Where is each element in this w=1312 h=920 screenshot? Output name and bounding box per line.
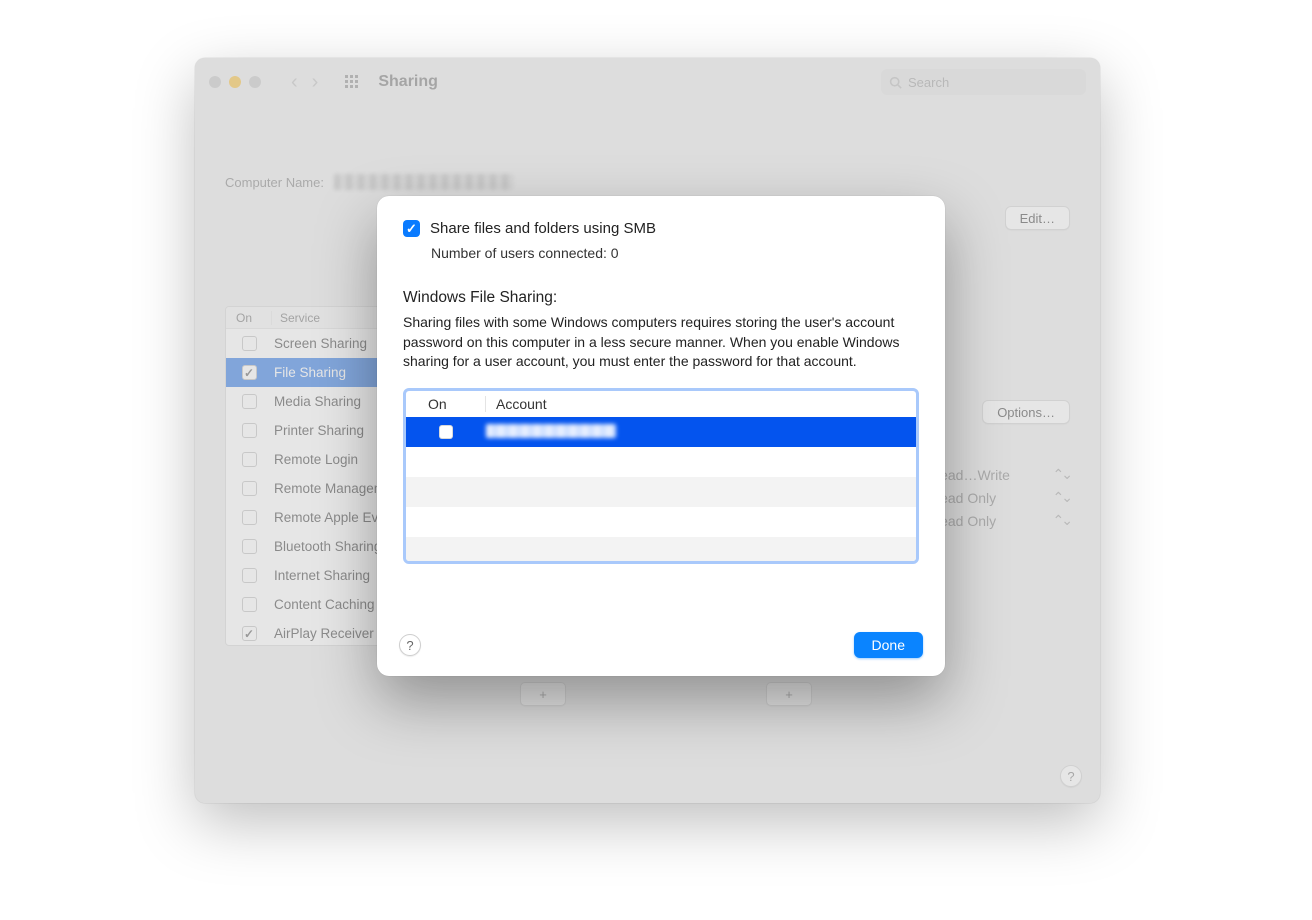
computer-name-value[interactable]: ████████████ [334,174,514,190]
titlebar: ‹ › Sharing Search [195,58,1100,106]
account-row [406,507,916,537]
windows-file-sharing-title: Windows File Sharing: [403,289,919,307]
service-label: Content Caching [272,597,375,612]
footer-controls: + + [520,682,812,706]
edit-button[interactable]: Edit… [1005,206,1070,230]
smb-checkbox-label: Share files and folders using SMB [430,220,656,237]
permissions-list: Read…Write⌃⌄ Read Only⌃⌄ Read Only⌃⌄ [930,466,1070,529]
minimize-window-dot[interactable] [229,76,241,88]
permission-row[interactable]: Read Only⌃⌄ [930,512,1070,529]
sheet-help-button[interactable]: ? [399,634,421,656]
service-checkbox[interactable] [242,423,257,438]
accounts-header-account: Account [486,396,547,412]
accounts-table: On Account ████████████ [403,388,919,564]
permission-row[interactable]: Read Only⌃⌄ [930,489,1070,506]
account-checkbox[interactable] [439,425,453,439]
search-icon [889,76,902,89]
search-placeholder: Search [908,75,949,90]
service-checkbox[interactable] [242,510,257,525]
computer-name-label: Computer Name: [225,175,324,190]
page-title: Sharing [378,73,438,91]
service-label: File Sharing [272,365,346,380]
services-header-service: Service [272,311,320,325]
help-button[interactable]: ? [1060,765,1082,787]
close-window-dot[interactable] [209,76,221,88]
services-header-on: On [226,311,272,325]
service-label: Printer Sharing [272,423,364,438]
service-checkbox[interactable] [242,626,257,641]
service-label: Bluetooth Sharing [272,539,381,554]
options-button[interactable]: Options… [982,400,1070,424]
account-row [406,537,916,564]
accounts-header: On Account [406,391,916,417]
add-user-button[interactable]: + [766,682,812,706]
accounts-header-on: On [428,396,486,412]
users-connected-text: Number of users connected: 0 [431,245,919,261]
account-row [406,447,916,477]
service-checkbox[interactable] [242,365,257,380]
account-row[interactable]: ████████████ [406,417,916,447]
done-button[interactable]: Done [854,632,923,658]
account-row [406,477,916,507]
service-checkbox[interactable] [242,336,257,351]
service-label: Screen Sharing [272,336,367,351]
service-label: AirPlay Receiver [272,626,374,641]
add-folder-button[interactable]: + [520,682,566,706]
service-checkbox[interactable] [242,539,257,554]
show-all-icon[interactable] [344,74,360,90]
windows-file-sharing-desc: Sharing files with some Windows computer… [403,313,919,372]
search-input[interactable]: Search [881,69,1086,95]
nav-arrows: ‹ › [291,71,318,94]
chevron-updown-icon: ⌃⌄ [1053,489,1070,506]
service-checkbox[interactable] [242,452,257,467]
service-checkbox[interactable] [242,394,257,409]
smb-checkbox[interactable] [403,220,420,237]
window-controls [209,76,261,88]
back-icon[interactable]: ‹ [291,71,298,94]
forward-icon[interactable]: › [312,71,319,94]
service-label: Internet Sharing [272,568,370,583]
permission-row[interactable]: Read…Write⌃⌄ [930,466,1070,483]
service-label: Remote Login [272,452,358,467]
smb-options-sheet: Share files and folders using SMB Number… [377,196,945,676]
service-checkbox[interactable] [242,597,257,612]
chevron-updown-icon: ⌃⌄ [1053,466,1070,483]
computer-name-row: Computer Name: ████████████ [225,170,1070,194]
service-checkbox[interactable] [242,568,257,583]
chevron-updown-icon: ⌃⌄ [1053,512,1070,529]
zoom-window-dot[interactable] [249,76,261,88]
service-checkbox[interactable] [242,481,257,496]
account-name: ████████████ [486,424,616,438]
service-label: Media Sharing [272,394,361,409]
